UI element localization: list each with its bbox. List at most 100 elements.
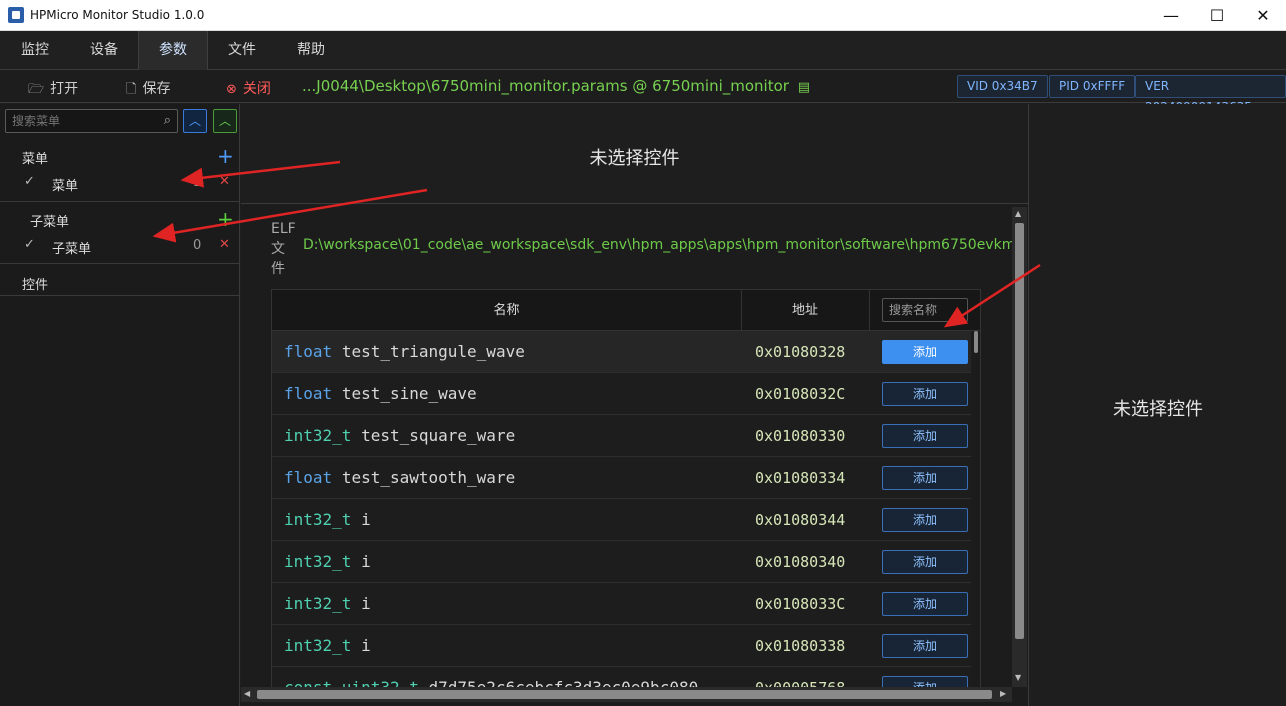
symbol-variable: i <box>361 636 371 655</box>
scroll-down-arrow-icon[interactable]: ▼ <box>1015 673 1021 682</box>
vertical-scrollbar[interactable]: ▲ ▼ <box>1012 207 1027 687</box>
open-button[interactable]: 🗁 打开 <box>28 78 78 102</box>
app-window: HPMicro Monitor Studio 1.0.0 — ☐ ✕ 监控 设备… <box>0 0 1286 706</box>
copy-icon[interactable]: ▤ <box>798 80 810 95</box>
controls-section-title: 控件 <box>22 278 49 293</box>
add-symbol-button[interactable]: 添加 <box>882 592 968 616</box>
toolbar: 🗁 打开 🗋 保存 ⊗ 关闭 ...J0044\Desktop\6750mini_mo… <box>0 70 1286 114</box>
table-row[interactable]: int32_t test_square_ware 0x01080330 添加 <box>272 415 971 457</box>
table-row[interactable]: int32_t i 0x01080340 添加 <box>272 541 971 583</box>
close-window-button[interactable]: ✕ <box>1240 0 1286 31</box>
table-row[interactable]: float test_sawtooth_ware 0x01080334 添加 <box>272 457 971 499</box>
menu-section-title: 菜单 <box>22 152 49 167</box>
symbol-search-input[interactable]: 搜索名称 <box>882 298 968 322</box>
menu-search[interactable]: ⌕ <box>5 109 178 133</box>
search-icon: ⌕ <box>163 113 171 128</box>
close-circle-icon: ⊗ <box>226 82 237 97</box>
add-symbol-button[interactable]: 添加 <box>882 550 968 574</box>
menu-item-count: 1 <box>193 175 202 190</box>
add-symbol-button[interactable]: 添加 <box>882 466 968 490</box>
symbol-type: int32_t <box>284 552 352 571</box>
symbol-type: float <box>284 342 333 361</box>
table-row[interactable]: float test_sine_wave 0x0108032C 添加 <box>272 373 971 415</box>
table-scrollbar[interactable] <box>972 331 980 687</box>
elf-symbol-panel: ELF 文件 D:\workspace\01_code\ae_workspace… <box>241 205 1028 706</box>
symbol-name: float test_sine_wave <box>284 384 477 403</box>
add-symbol-button[interactable]: 添加 <box>882 340 968 364</box>
minimize-button[interactable]: — <box>1148 0 1194 31</box>
tab-file[interactable]: 文件 <box>208 31 276 70</box>
symbol-type: int32_t <box>284 636 352 655</box>
symbol-name: int32_t i <box>284 636 371 655</box>
tab-help[interactable]: 帮助 <box>276 31 346 70</box>
close-file-button[interactable]: ⊗ 关闭 <box>226 78 271 98</box>
params-file-path: ...J0044\Desktop\6750mini_monitor.params… <box>302 77 810 95</box>
symbol-type: float <box>284 384 333 403</box>
save-label: 保存 <box>142 81 171 97</box>
delete-icon[interactable]: ✕ <box>219 237 230 252</box>
symbol-name: int32_t test_square_ware <box>284 426 515 445</box>
symbol-name: float test_triangule_wave <box>284 342 525 361</box>
table-row[interactable]: int32_t i 0x01080338 添加 <box>272 625 971 667</box>
menu-item-label: 菜单 <box>52 179 79 194</box>
horizontal-scrollbar[interactable]: ◀ ▶ <box>241 687 1012 702</box>
submenu-item-count: 0 <box>193 238 202 253</box>
tab-monitor[interactable]: 监控 <box>0 31 70 70</box>
divider <box>0 201 240 202</box>
scroll-right-arrow-icon[interactable]: ▶ <box>1000 689 1006 698</box>
tab-params[interactable]: 参数 <box>138 31 208 70</box>
table-row[interactable]: int32_t i 0x01080344 添加 <box>272 499 971 541</box>
add-menu-icon[interactable]: + <box>217 146 234 166</box>
close-label: 关闭 <box>242 81 271 97</box>
scroll-left-arrow-icon[interactable]: ◀ <box>244 689 250 698</box>
maximize-button[interactable]: ☐ <box>1194 0 1240 31</box>
symbol-name: float test_sawtooth_ware <box>284 468 515 487</box>
symbol-type: int32_t <box>284 594 352 613</box>
submenu-item-label: 子菜单 <box>52 242 92 257</box>
symbol-address: 0x0108033C <box>755 595 846 613</box>
symbol-variable: test_square_ware <box>361 426 516 445</box>
table-row[interactable]: int32_t i 0x0108033C 添加 <box>272 583 971 625</box>
expand-up-button[interactable]: ︿ <box>213 109 237 133</box>
symbol-variable: test_sawtooth_ware <box>341 468 516 487</box>
symbol-address: 0x01080328 <box>755 343 846 361</box>
tab-device[interactable]: 设备 <box>70 31 138 70</box>
symbol-address: 0x01080334 <box>755 469 846 487</box>
menu-search-input[interactable] <box>6 110 156 132</box>
delete-icon[interactable]: ✕ <box>219 174 230 189</box>
symbol-address: 0x01080344 <box>755 511 846 529</box>
menu-list-item[interactable]: ✓ 菜单 1 ✕ <box>0 171 240 195</box>
symbol-type: int32_t <box>284 426 352 445</box>
divider <box>0 295 240 296</box>
symbol-type: float <box>284 468 333 487</box>
symbol-address: 0x01080338 <box>755 637 846 655</box>
submenu-list-item[interactable]: ✓ 子菜单 0 ✕ <box>0 234 240 258</box>
add-symbol-button[interactable]: 添加 <box>882 634 968 658</box>
add-symbol-button[interactable]: 添加 <box>882 382 968 406</box>
symbol-address: 0x01080340 <box>755 553 846 571</box>
scroll-up-arrow-icon[interactable]: ▲ <box>1015 209 1021 218</box>
window-title: HPMicro Monitor Studio 1.0.0 <box>30 8 205 22</box>
symbol-variable: i <box>361 510 371 529</box>
table-header: 名称 地址 搜索名称 <box>272 290 980 331</box>
add-symbol-button[interactable]: 添加 <box>882 508 968 532</box>
menu-bar: 监控 设备 参数 文件 帮助 <box>0 31 1286 70</box>
horizontal-scroll-thumb[interactable] <box>257 690 992 699</box>
no-control-message: 未选择控件 <box>1113 399 1203 420</box>
symbol-table: 名称 地址 搜索名称 float test_triangule_wave 0x01… <box>271 289 981 688</box>
move-up-button[interactable]: ︿ <box>183 109 207 133</box>
vertical-scroll-thumb[interactable] <box>1015 223 1024 639</box>
pid-badge: PID 0xFFFF <box>1049 75 1136 98</box>
table-row[interactable]: const uint32_t d7d75e2c6cebcfc3d3ec0e9bc… <box>272 667 971 687</box>
add-symbol-button[interactable]: 添加 <box>882 424 968 448</box>
symbol-type: int32_t <box>284 510 352 529</box>
table-row[interactable]: float test_triangule_wave 0x01080328 添加 <box>272 331 971 373</box>
check-icon: ✓ <box>24 237 35 252</box>
title-bar: HPMicro Monitor Studio 1.0.0 — ☐ ✕ <box>0 0 1286 31</box>
symbol-name: int32_t i <box>284 552 371 571</box>
add-submenu-icon[interactable]: + <box>217 209 234 229</box>
table-scroll-thumb[interactable] <box>974 331 978 353</box>
save-button[interactable]: 🗋 保存 <box>126 78 170 102</box>
app-logo-icon <box>8 7 24 23</box>
ver-badge: VER 20240909143635 <box>1135 75 1286 114</box>
